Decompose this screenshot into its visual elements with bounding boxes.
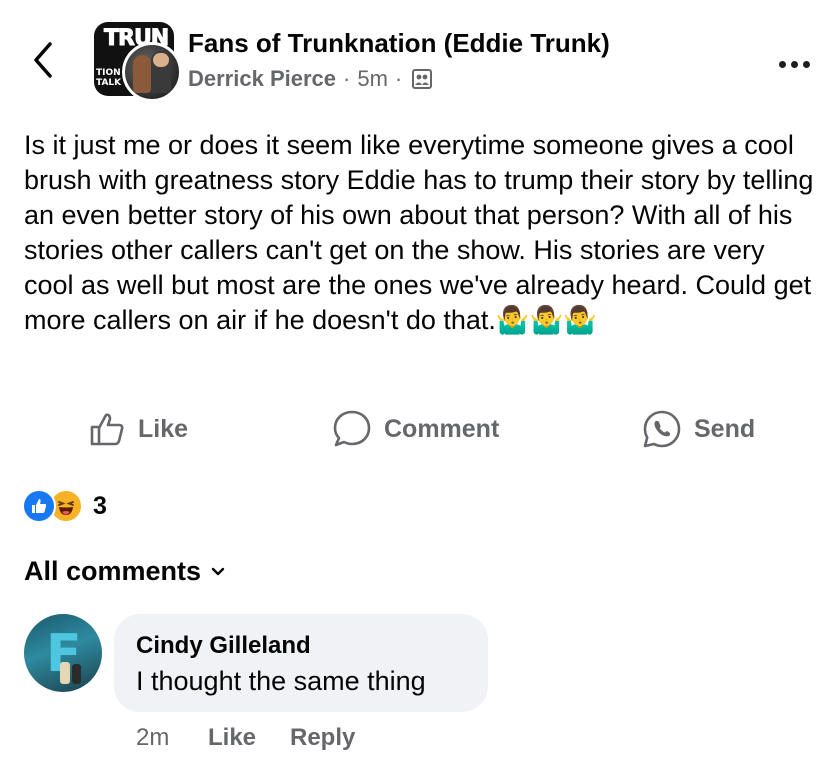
separator: ·: [394, 66, 403, 91]
thumbs-up-icon: [90, 413, 124, 446]
group-logo-side: TION TALK: [96, 68, 122, 88]
author-name[interactable]: Derrick Pierce: [188, 66, 336, 92]
back-button[interactable]: [28, 40, 58, 80]
send-label: Send: [694, 414, 756, 443]
comment-reply-button[interactable]: Reply: [290, 724, 355, 752]
reactions-summary[interactable]: 3: [22, 488, 107, 524]
chevron-left-icon: [34, 42, 52, 78]
group-name[interactable]: Fans of Trunknation (Eddie Trunk): [188, 28, 610, 59]
commenter-name[interactable]: Cindy Gilleland: [136, 632, 311, 660]
comment-bubble-icon: [333, 410, 371, 447]
shrug-emoji: 🤷‍♂️: [529, 305, 564, 335]
comment-button[interactable]: Comment: [332, 408, 499, 450]
post-body: Is it just me or does it seem like every…: [24, 130, 814, 335]
post-time[interactable]: 5m: [357, 66, 388, 92]
whatsapp-send-icon: [643, 410, 681, 448]
shrug-emoji: 🤷‍♂️: [563, 305, 597, 335]
comment-sort-label: All comments: [24, 556, 202, 586]
like-label: Like: [138, 414, 189, 443]
more-options-button[interactable]: [772, 52, 816, 76]
shrug-emoji: 🤷‍♂️: [495, 305, 530, 335]
comment-sort-dropdown[interactable]: All comments: [24, 556, 225, 587]
send-button[interactable]: Send: [642, 408, 755, 450]
post-text: Is it just me or does it seem like every…: [24, 128, 820, 338]
author-avatar[interactable]: [122, 42, 182, 102]
separator: ·: [343, 66, 351, 91]
group-audience-icon: [412, 69, 433, 89]
comment-like-button[interactable]: Like: [208, 724, 256, 752]
chevron-down-icon: [211, 567, 225, 575]
more-dots-icon: [778, 60, 786, 68]
comment-bubble[interactable]: [114, 614, 488, 712]
comment-label: Comment: [384, 414, 500, 443]
comment-time: 2m: [136, 724, 170, 751]
comment-text: I thought the same thing: [136, 666, 426, 696]
post-meta: Derrick Pierce · 5m ·: [188, 66, 433, 92]
like-reaction-icon: [22, 489, 56, 523]
commenter-avatar[interactable]: F: [24, 614, 102, 692]
reaction-count: 3: [93, 491, 107, 520]
like-button[interactable]: Like: [88, 408, 188, 450]
